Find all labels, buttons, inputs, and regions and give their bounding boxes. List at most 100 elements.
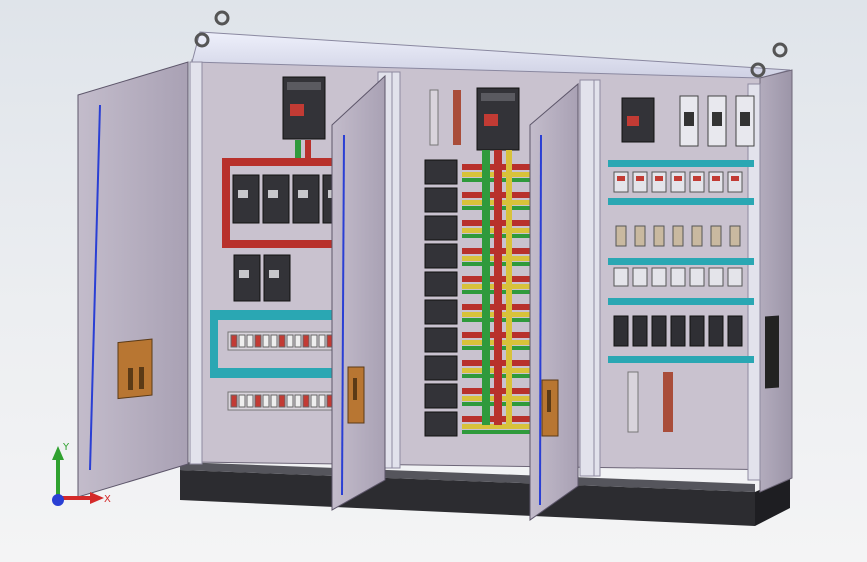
terminal-block <box>278 334 286 348</box>
relay-indicator <box>617 176 625 181</box>
terminal-block <box>230 334 238 348</box>
fuse-terminal <box>634 225 646 247</box>
ground-bar-2 <box>627 371 639 433</box>
relay <box>651 171 667 193</box>
terminal-block <box>254 394 262 408</box>
breaker <box>424 327 458 353</box>
terminal-block <box>238 394 246 408</box>
door-right[interactable] <box>529 82 579 521</box>
breaker <box>424 271 458 297</box>
contactor <box>670 315 686 347</box>
relay-indicator <box>712 176 720 181</box>
breaker <box>424 243 458 269</box>
din-rail <box>608 298 754 305</box>
breaker-toggle <box>239 270 249 278</box>
relay-indicator <box>674 176 682 181</box>
terminal-block <box>670 267 686 287</box>
x-axis-label: X <box>104 494 111 505</box>
terminal-block <box>310 334 318 348</box>
terminal-block <box>254 334 262 348</box>
fuse-terminal <box>710 225 722 247</box>
ground-bar <box>429 89 439 146</box>
terminal-block <box>238 334 246 348</box>
breaker <box>424 411 458 437</box>
fuse <box>684 112 694 126</box>
neutral-bar <box>453 90 461 145</box>
terminal-block <box>727 267 743 287</box>
breaker-toggle <box>268 190 278 198</box>
din-rail <box>608 258 754 265</box>
breaker <box>424 159 458 185</box>
terminal-block <box>613 267 629 287</box>
neutral-bar-2 <box>663 372 673 432</box>
relay-indicator <box>731 176 739 181</box>
relay <box>670 171 686 193</box>
contactor <box>708 315 724 347</box>
terminal-block <box>318 334 326 348</box>
terminal-block <box>270 334 278 348</box>
x-axis-arrow-icon <box>90 492 104 504</box>
breaker-toggle <box>269 270 279 278</box>
terminal-block <box>262 334 270 348</box>
terminal-block <box>689 267 705 287</box>
relay-indicator <box>655 176 663 181</box>
door-handle[interactable] <box>541 379 559 437</box>
breaker <box>424 187 458 213</box>
terminal-block <box>310 394 318 408</box>
breaker <box>424 299 458 325</box>
relay-indicator <box>693 176 701 181</box>
relay <box>727 171 743 193</box>
terminal-block <box>286 394 294 408</box>
breaker-toggle <box>238 190 248 198</box>
cad-viewport[interactable] <box>0 0 867 562</box>
terminal-block <box>286 334 294 348</box>
breaker-toggle <box>298 190 308 198</box>
din-rail <box>608 356 754 363</box>
terminal-block <box>294 334 302 348</box>
terminal-block <box>302 334 310 348</box>
breaker <box>424 355 458 381</box>
terminal-block <box>708 267 724 287</box>
contactor <box>613 315 629 347</box>
z-axis-icon <box>52 494 64 506</box>
vertical-busbars <box>482 150 512 425</box>
cabinet-plinth <box>180 462 790 526</box>
terminal-block <box>270 394 278 408</box>
fuse-terminal <box>653 225 665 247</box>
y-axis-label: Y <box>62 442 70 453</box>
main-breaker-2[interactable] <box>476 87 520 151</box>
side-vent <box>765 315 779 389</box>
breaker <box>424 215 458 241</box>
relay <box>689 171 705 193</box>
fuse-terminal <box>615 225 627 247</box>
fuse-terminal <box>691 225 703 247</box>
door-middle[interactable] <box>331 74 386 511</box>
fuse <box>712 112 722 126</box>
contactor <box>651 315 667 347</box>
door-left[interactable] <box>77 61 189 498</box>
contactor <box>727 315 743 347</box>
din-rail <box>608 160 754 167</box>
breaker <box>232 174 260 224</box>
terminal-block <box>246 334 254 348</box>
terminal-block <box>294 394 302 408</box>
door-handle[interactable] <box>117 338 153 400</box>
fuse-terminal <box>672 225 684 247</box>
fuse-terminal <box>729 225 741 247</box>
relay <box>613 171 629 193</box>
contactor <box>689 315 705 347</box>
fuse <box>740 112 750 126</box>
terminal-block <box>246 394 254 408</box>
main-breaker-3[interactable] <box>621 97 655 143</box>
contactor <box>632 315 648 347</box>
relay-indicator <box>636 176 644 181</box>
door-handle[interactable] <box>347 366 365 424</box>
terminal-block <box>302 394 310 408</box>
breaker <box>424 383 458 409</box>
relay <box>708 171 724 193</box>
busbar-link <box>462 430 530 434</box>
terminal-block <box>632 267 648 287</box>
din-rail <box>608 198 754 205</box>
terminal-block <box>278 394 286 408</box>
main-breaker-1[interactable] <box>282 76 326 140</box>
